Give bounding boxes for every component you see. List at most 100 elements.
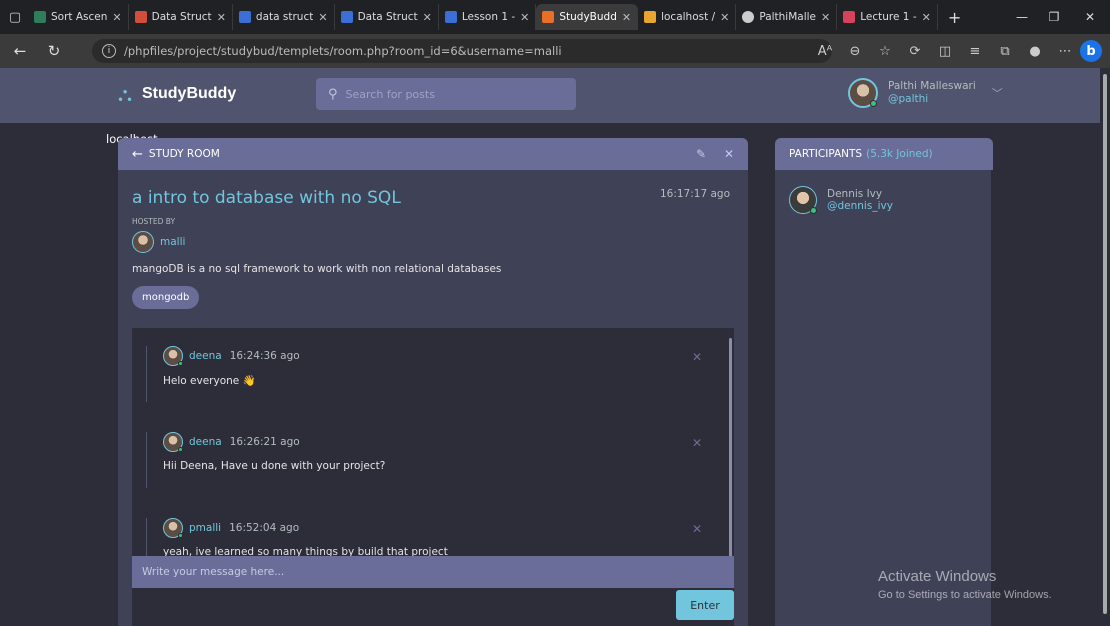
refresh-icon[interactable]: ↻ [40,37,68,65]
avatar [163,432,183,452]
bing-icon[interactable]: b [1080,40,1102,62]
participant-handle: @dennis_ivy [827,200,893,212]
url-field[interactable]: i localhost/phpfiles/project/studybud/te… [92,39,832,146]
message-input[interactable]: Write your message here... [132,556,734,588]
avatar [848,78,878,108]
chevron-down-icon[interactable]: ﹀ [992,85,1003,101]
tab-6[interactable]: localhost / ✕ [638,4,737,30]
favicon-icon [444,11,457,23]
site-header: ⛬ StudyBuddy ⚲ Search for posts Palthi M… [0,68,1110,123]
enter-button[interactable]: Enter [676,590,734,620]
tab-7[interactable]: PalthiMalle ✕ [736,4,838,30]
user-handle: @palthi [888,93,929,105]
page-scrollbar[interactable] [1100,68,1110,626]
close-icon[interactable]: ✕ [217,11,226,24]
toolbar-icons: Aᴬ ⊖ ☆ ⟳ ◫ ≡ ⧉ ● ⋯ b [810,34,1102,68]
favicon-icon [843,11,856,23]
tab-3[interactable]: Data Struct ✕ [335,4,439,30]
online-status-icon [810,207,817,214]
favicon-icon [134,11,147,23]
profile-icon[interactable]: ● [1020,44,1050,59]
brand-logo[interactable]: ⛬ StudyBuddy [118,82,236,106]
message-author[interactable]: deena [189,350,222,362]
panel-divider [991,170,993,626]
room-description: mangoDB is a no sql framework to work wi… [132,263,502,275]
new-tab-icon[interactable]: + [938,8,971,27]
participant-item[interactable]: Dennis Ivy @dennis_ivy [789,186,893,214]
favicon-icon [644,11,657,23]
chat-scrollbar[interactable] [729,338,732,558]
activate-windows-watermark: Activate Windows Go to Settings to activ… [878,568,1052,601]
close-icon[interactable]: ✕ [821,11,830,24]
hosted-by-label: HOSTED BY [132,217,176,226]
favorites-list-icon[interactable]: ≡ [960,44,990,59]
user-menu[interactable]: Palthi Malleswari @palthi ﹀ [848,78,1003,108]
extensions-icon[interactable]: ⟳ [900,44,930,59]
delete-message-icon[interactable]: ✕ [692,350,702,364]
online-status-icon [178,447,183,452]
favicon-icon [340,11,353,23]
room-time: 16:17:17 ago [659,188,730,200]
close-icon[interactable]: ✕ [112,11,121,24]
edit-icon[interactable]: ✎ [696,147,706,161]
avatar [789,186,817,214]
address-bar-row: ← ↻ i localhost/phpfiles/project/studybu… [0,34,1110,146]
room-panel: ← STUDY ROOM ✎ ✕ a intro to database wit… [118,138,748,626]
search-icon: ⚲ [328,86,338,102]
tab-2[interactable]: data struct ✕ [233,4,335,30]
logo-icon: ⛬ [118,82,132,106]
room-title: a intro to database with no SQL [132,188,401,208]
split-screen-icon[interactable]: ◫ [930,44,960,59]
favicon-icon [34,11,46,23]
avatar [163,518,183,538]
online-status-icon [178,533,183,538]
room-header: ← STUDY ROOM ✎ ✕ [118,138,748,170]
host-link[interactable]: malli [132,231,185,253]
close-icon[interactable]: ✕ [922,11,931,24]
joined-count: (5.3k Joined) [866,148,933,160]
message-time: 16:52:04 ago [229,522,300,534]
online-status-icon [870,100,877,107]
chat-message: deena 16:24:36 ago ✕ Helo everyone 👋 [146,346,716,402]
tab-5[interactable]: StudyBudd ✕ [536,4,639,30]
chat-message: pmalli 16:52:04 ago ✕ yeah, ive learned … [146,518,716,558]
favicon-icon [238,11,251,23]
delete-message-icon[interactable]: ✕ [692,436,702,450]
tab-8[interactable]: Lecture 1 - ✕ [837,4,938,30]
message-time: 16:26:21 ago [229,436,300,448]
close-icon[interactable]: ✕ [423,11,432,24]
message-author[interactable]: pmalli [189,522,221,534]
user-name: Palthi Malleswari [888,80,976,92]
online-status-icon [178,361,183,366]
close-icon[interactable]: ✕ [318,11,327,24]
tab-0[interactable]: Sort Ascen ✕ [28,4,129,30]
delete-message-icon[interactable]: ✕ [692,522,702,536]
more-icon[interactable]: ⋯ [1050,44,1080,59]
zoom-icon[interactable]: ⊖ [840,44,870,59]
back-icon[interactable]: ← [6,37,34,65]
avatar [163,346,183,366]
collections-icon[interactable]: ⧉ [990,44,1020,59]
participants-panel: PARTICIPANTS (5.3k Joined) Dennis Ivy @d… [775,138,993,626]
participant-name: Dennis Ivy [827,188,883,200]
close-icon[interactable]: ✕ [622,11,631,24]
window-close-icon[interactable]: ✕ [1068,0,1110,34]
back-arrow-icon[interactable]: ← [132,147,143,162]
favicon-icon [542,11,555,23]
tab-1[interactable]: Data Struct ✕ [129,4,233,30]
close-icon[interactable]: ✕ [720,11,729,24]
chat-message: deena 16:26:21 ago ✕ Hii Deena, Have u d… [146,432,716,488]
read-aloud-icon[interactable]: Aᴬ [810,44,840,59]
message-author[interactable]: deena [189,436,222,448]
browser-tab-strip: ▢ Sort Ascen ✕ Data Struct ✕ data struct ✕ … [0,0,1110,34]
favorite-star-icon[interactable]: ☆ [870,44,900,59]
search-input[interactable]: ⚲ Search for posts [316,78,576,110]
delete-icon[interactable]: ✕ [724,147,734,161]
close-icon[interactable]: ✕ [520,11,529,24]
message-text: Helo everyone 👋 [163,375,256,387]
info-icon[interactable]: i [102,44,116,58]
scrollbar-thumb[interactable] [1103,74,1107,614]
tab-4[interactable]: Lesson 1 - ✕ [439,4,537,30]
topic-tag[interactable]: mongodb [132,286,200,309]
tab-actions-icon[interactable]: ▢ [6,8,24,26]
